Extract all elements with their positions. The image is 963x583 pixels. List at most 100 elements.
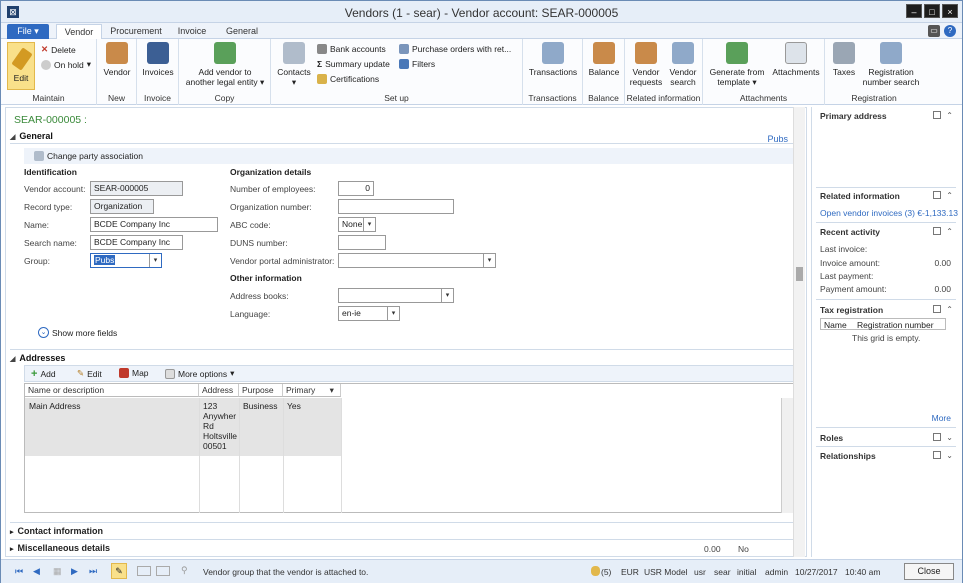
roles-controls[interactable]: ⌄: [933, 433, 953, 442]
close-window-button[interactable]: ×: [942, 4, 958, 18]
help-icon[interactable]: ?: [944, 25, 956, 37]
edit-address-button[interactable]: ✎ Edit: [77, 368, 102, 379]
addresses-fasttab[interactable]: ◢ Addresses: [10, 349, 796, 363]
chevron-down-icon[interactable]: ▾: [483, 254, 495, 267]
misc-details-fasttab[interactable]: ▸ Miscellaneous details: [10, 539, 796, 555]
column-header-purpose[interactable]: Purpose: [239, 384, 283, 397]
name-label: Name:: [24, 220, 50, 230]
chevron-down-icon[interactable]: ▾: [363, 218, 375, 231]
minimize-button[interactable]: –: [906, 4, 922, 18]
column-header-address[interactable]: Address: [199, 384, 239, 397]
record-type-field[interactable]: Organization: [90, 199, 154, 214]
related-information-heading[interactable]: Related information: [820, 191, 900, 201]
portal-admin-field[interactable]: ▾: [338, 253, 496, 268]
group-field[interactable]: Pubs ▾: [90, 253, 162, 268]
sort-down-icon[interactable]: ▾: [330, 385, 334, 395]
previous-record-icon[interactable]: ◀: [33, 566, 40, 577]
certifications-button[interactable]: Certifications: [317, 74, 379, 84]
chevron-down-icon[interactable]: ▾: [387, 307, 399, 320]
alerts-count[interactable]: (5): [601, 567, 611, 577]
more-link[interactable]: More: [932, 413, 951, 423]
abc-code-label: ABC code:: [230, 220, 271, 230]
taxes-button[interactable]: Taxes: [828, 42, 860, 77]
relationships-controls[interactable]: ⌄: [933, 451, 953, 460]
tab-file[interactable]: File ▾: [7, 24, 49, 39]
primary-address-heading[interactable]: Primary address: [820, 111, 887, 121]
first-record-icon[interactable]: ⏮: [15, 566, 23, 577]
transactions-button[interactable]: Transactions: [526, 42, 580, 77]
chevron-down-icon[interactable]: ▾: [149, 254, 161, 267]
more-options-button[interactable]: More options ▾: [165, 368, 234, 379]
map-button[interactable]: Map: [119, 368, 149, 378]
generate-from-template-button[interactable]: Generate from template ▾: [706, 42, 768, 87]
vendor-requests-button[interactable]: Vendor requests: [628, 42, 664, 87]
open-invoices-link[interactable]: Open vendor invoices (3) €-1,133.13: [820, 208, 958, 218]
on-hold-button[interactable]: On hold ▾: [41, 59, 91, 70]
tax-registration-heading[interactable]: Tax registration: [820, 305, 883, 315]
new-vendor-button[interactable]: Vendor: [101, 42, 133, 77]
last-record-icon[interactable]: ⏭: [89, 566, 97, 577]
abc-code-select[interactable]: None ▾: [338, 217, 376, 232]
registration-number-search-button[interactable]: Registration number search: [862, 42, 920, 87]
tax-col-name[interactable]: Name: [824, 320, 847, 330]
record-icon[interactable]: ▦: [53, 566, 62, 577]
filters-button[interactable]: Filters: [399, 59, 435, 69]
tax-registration-controls[interactable]: ⌃: [933, 305, 953, 314]
delete-button[interactable]: ✕ Delete: [41, 44, 76, 55]
tab-general[interactable]: General: [217, 24, 267, 39]
edit-mode-icon[interactable]: ✎: [111, 563, 127, 579]
employees-field[interactable]: 0: [338, 181, 374, 196]
add-address-button[interactable]: + Add: [31, 368, 56, 380]
add-vendor-button[interactable]: Add vendor to another legal entity ▾: [183, 42, 267, 87]
purchase-orders-button[interactable]: Purchase orders with ret...: [399, 44, 511, 54]
language-field[interactable]: en-ie ▾: [338, 306, 400, 321]
org-number-field[interactable]: [338, 199, 454, 214]
attachments-button[interactable]: Attachments: [769, 42, 823, 77]
session-date[interactable]: 10/27/2017: [795, 567, 838, 577]
bank-accounts-button[interactable]: Bank accounts: [317, 44, 386, 54]
vendor-account-field[interactable]: SEAR-000005: [90, 181, 183, 196]
company[interactable]: sear: [714, 567, 731, 577]
maximize-button[interactable]: □: [924, 4, 940, 18]
close-button[interactable]: Close: [904, 563, 954, 580]
grid-scrollbar[interactable]: [781, 398, 793, 513]
note-status-icon[interactable]: [156, 566, 170, 576]
summary-update-button[interactable]: Σ Summary update: [317, 59, 390, 69]
tax-col-regnum[interactable]: Registration number: [857, 320, 934, 330]
currency[interactable]: EUR: [621, 567, 639, 577]
next-record-icon[interactable]: ▶: [71, 566, 78, 577]
main-scrollbar[interactable]: [793, 107, 805, 557]
contact-information-fasttab[interactable]: ▸ Contact information: [10, 522, 796, 538]
roles-heading[interactable]: Roles: [820, 433, 843, 443]
scroll-thumb[interactable]: [796, 267, 803, 281]
partition: initial: [737, 567, 757, 577]
tab-invoice[interactable]: Invoice: [169, 24, 215, 39]
vendor-search-button[interactable]: Vendor search: [666, 42, 700, 87]
duns-label: DUNS number:: [230, 238, 288, 248]
primary-address-controls[interactable]: ⌃: [933, 111, 953, 120]
column-header-primary[interactable]: Primary ▾: [283, 384, 341, 397]
search-name-field[interactable]: BCDE Company Inc: [90, 235, 183, 250]
show-more-fields-button[interactable]: ⌄ Show more fields: [38, 327, 117, 338]
group-setup: Contacts ▾ Bank accounts Σ Summary update …: [271, 39, 523, 105]
address-books-field[interactable]: ▾: [338, 288, 454, 303]
tab-vendor[interactable]: Vendor: [56, 24, 102, 39]
change-party-button[interactable]: Change party association: [34, 151, 143, 161]
attachment-status-icon[interactable]: [137, 566, 151, 576]
column-header-name[interactable]: Name or description: [25, 384, 199, 397]
balance-button[interactable]: Balance: [586, 42, 622, 77]
duns-field[interactable]: [338, 235, 386, 250]
general-fasttab[interactable]: ◢ General: [10, 131, 796, 144]
invoices-button[interactable]: Invoices: [140, 42, 176, 77]
bell-icon[interactable]: [591, 566, 600, 576]
tab-procurement[interactable]: Procurement: [105, 24, 167, 39]
relationships-heading[interactable]: Relationships: [820, 451, 876, 461]
chevron-down-icon[interactable]: ▾: [441, 289, 453, 302]
name-field[interactable]: BCDE Company Inc: [90, 217, 218, 232]
related-information-controls[interactable]: ⌃: [933, 191, 953, 200]
window-layout-icon[interactable]: ▭: [928, 25, 940, 37]
edit-button[interactable]: Edit: [7, 42, 35, 90]
contacts-button[interactable]: Contacts ▾: [275, 42, 313, 87]
recent-activity-heading[interactable]: Recent activity: [820, 227, 880, 237]
recent-activity-controls[interactable]: ⌃: [933, 227, 953, 236]
